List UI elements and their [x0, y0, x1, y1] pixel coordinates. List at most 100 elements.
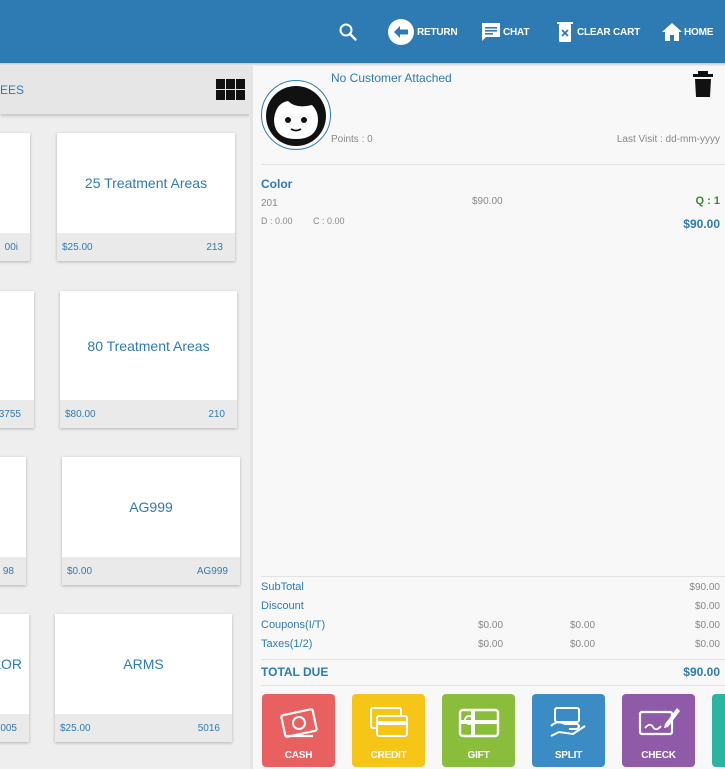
- discount-row: Discount $0.00: [261, 600, 720, 616]
- coupons-label: Coupons(I/T): [261, 619, 326, 631]
- customer-avatar[interactable]: [261, 80, 331, 150]
- product-footer: $0.00 AG999: [62, 557, 240, 585]
- product-price: $0.00: [67, 566, 93, 577]
- cart-item-name: Color: [261, 177, 293, 191]
- chat-icon: [482, 23, 500, 41]
- grid-view-icon[interactable]: [216, 79, 245, 101]
- credit-label: CREDIT: [370, 750, 407, 761]
- subtotal-row: SubTotal $90.00: [261, 581, 720, 597]
- return-icon: [388, 19, 414, 45]
- subtotal-label: SubTotal: [261, 581, 304, 593]
- product-tile[interactable]: 98: [0, 457, 26, 585]
- taxes-label: Taxes(1/2): [261, 638, 313, 650]
- product-tile[interactable]: ARMS $25.00 5016: [55, 614, 232, 742]
- credit-button[interactable]: CREDIT: [352, 694, 425, 767]
- product-price: $25.00: [60, 723, 91, 734]
- product-footer: 00i: [0, 233, 30, 261]
- taxes-row: Taxes(1/2) $0.00 $0.00 $0.00: [261, 638, 720, 654]
- product-code: 3755: [0, 409, 21, 420]
- chat-button[interactable]: CHAT: [480, 17, 529, 47]
- product-code: AG999: [196, 566, 228, 577]
- category-label[interactable]: EES: [0, 83, 24, 97]
- coupons-t-value: $0.00: [570, 620, 596, 631]
- product-name: 25 Treatment Areas: [84, 175, 208, 191]
- total-due-row: TOTAL DUE $90.00: [261, 665, 720, 679]
- product-price: $80.00: [65, 409, 96, 420]
- credit-card-icon: [369, 707, 408, 737]
- product-code: 213: [206, 242, 223, 253]
- home-icon: [662, 23, 682, 41]
- top-bar: RETURN CHAT CLEAR CART HOME: [0, 0, 725, 63]
- clear-cart-button[interactable]: CLEAR CART: [556, 17, 640, 47]
- clear-cart-icon: [557, 22, 573, 42]
- divider-line: [261, 685, 725, 686]
- customer-name[interactable]: No Customer Attached: [331, 71, 452, 85]
- cart-item-price: $90.00: [472, 196, 503, 207]
- customer-last-visit: Last Visit : dd-mm-yyyy: [616, 134, 720, 145]
- product-name: [0, 291, 34, 400]
- discount-value: $0.00: [694, 601, 720, 612]
- product-footer: 005: [0, 714, 29, 742]
- home-button[interactable]: HOME: [661, 17, 713, 47]
- product-footer: $25.00 5016: [55, 714, 232, 742]
- cart-item-total: $90.00: [683, 217, 720, 231]
- return-button[interactable]: RETURN: [387, 17, 458, 47]
- product-tile[interactable]: 3755: [0, 291, 34, 428]
- avatar-face-icon: [266, 86, 326, 146]
- chat-label: CHAT: [503, 26, 530, 38]
- check-label: CHECK: [641, 750, 676, 761]
- product-code: 00i: [4, 242, 18, 253]
- clear-cart-label: CLEAR CART: [577, 26, 640, 38]
- divider-line: [261, 164, 725, 165]
- split-button[interactable]: SPLIT: [532, 694, 605, 767]
- total-due-value: $90.00: [683, 665, 720, 679]
- gift-label: GIFT: [467, 750, 490, 761]
- product-name: [0, 457, 26, 557]
- cart-item-code: 201: [261, 198, 278, 209]
- cash-icon: [279, 708, 318, 738]
- trash-icon[interactable]: [692, 70, 714, 98]
- search-button[interactable]: [338, 17, 358, 47]
- product-tile[interactable]: LOR 005: [0, 614, 29, 742]
- cash-button[interactable]: CASH: [262, 694, 335, 767]
- taxes-1-value: $0.00: [478, 639, 504, 650]
- total-due-label: TOTAL DUE: [261, 665, 329, 679]
- cart-panel: No Customer Attached Points : 0 Last Vis…: [253, 66, 725, 769]
- product-tile[interactable]: 25 Treatment Areas $25.00 213: [57, 133, 235, 261]
- product-footer: 98: [0, 557, 26, 585]
- product-footer: $25.00 213: [57, 233, 235, 261]
- divider-line: [261, 576, 725, 577]
- return-label: RETURN: [417, 26, 458, 38]
- product-tile[interactable]: AG999 $0.00 AG999: [62, 457, 240, 585]
- coupons-i-value: $0.00: [478, 620, 504, 631]
- product-name: AG999: [129, 499, 173, 515]
- gift-button[interactable]: GIFT: [442, 694, 515, 767]
- check-payment-icon: [638, 708, 680, 736]
- cart-item-discount: D : 0.00: [261, 216, 293, 226]
- taxes-total-value: $0.00: [694, 639, 720, 650]
- subtotal-value: $90.00: [689, 582, 720, 593]
- product-tile[interactable]: 80 Treatment Areas $80.00 210: [60, 291, 237, 428]
- discount-label: Discount: [261, 600, 304, 612]
- cart-item-qty: Q : 1: [695, 195, 720, 207]
- coupons-total-value: $0.00: [694, 620, 720, 631]
- product-price: $25.00: [62, 242, 93, 253]
- product-code: 210: [208, 409, 225, 420]
- check-button[interactable]: CHECK: [622, 694, 695, 767]
- product-name: 80 Treatment Areas: [87, 337, 210, 354]
- search-icon: [339, 23, 357, 41]
- product-code: 98: [2, 566, 14, 577]
- product-name: ARMS: [123, 656, 164, 672]
- cash-label: CASH: [284, 750, 313, 761]
- product-panel: EES 00i 25 Treatment Areas $25.00 213 37…: [0, 66, 250, 769]
- product-footer: $80.00 210: [60, 400, 237, 428]
- product-name: LOR: [0, 656, 22, 672]
- home-label: HOME: [684, 26, 714, 38]
- product-code: 005: [0, 723, 17, 734]
- gift-card-icon: [458, 708, 499, 738]
- product-code: 5016: [197, 723, 220, 734]
- category-bar: EES: [0, 66, 250, 114]
- more-payment-button[interactable]: [712, 694, 725, 767]
- customer-points: Points : 0: [331, 134, 373, 145]
- product-tile[interactable]: 00i: [0, 133, 30, 261]
